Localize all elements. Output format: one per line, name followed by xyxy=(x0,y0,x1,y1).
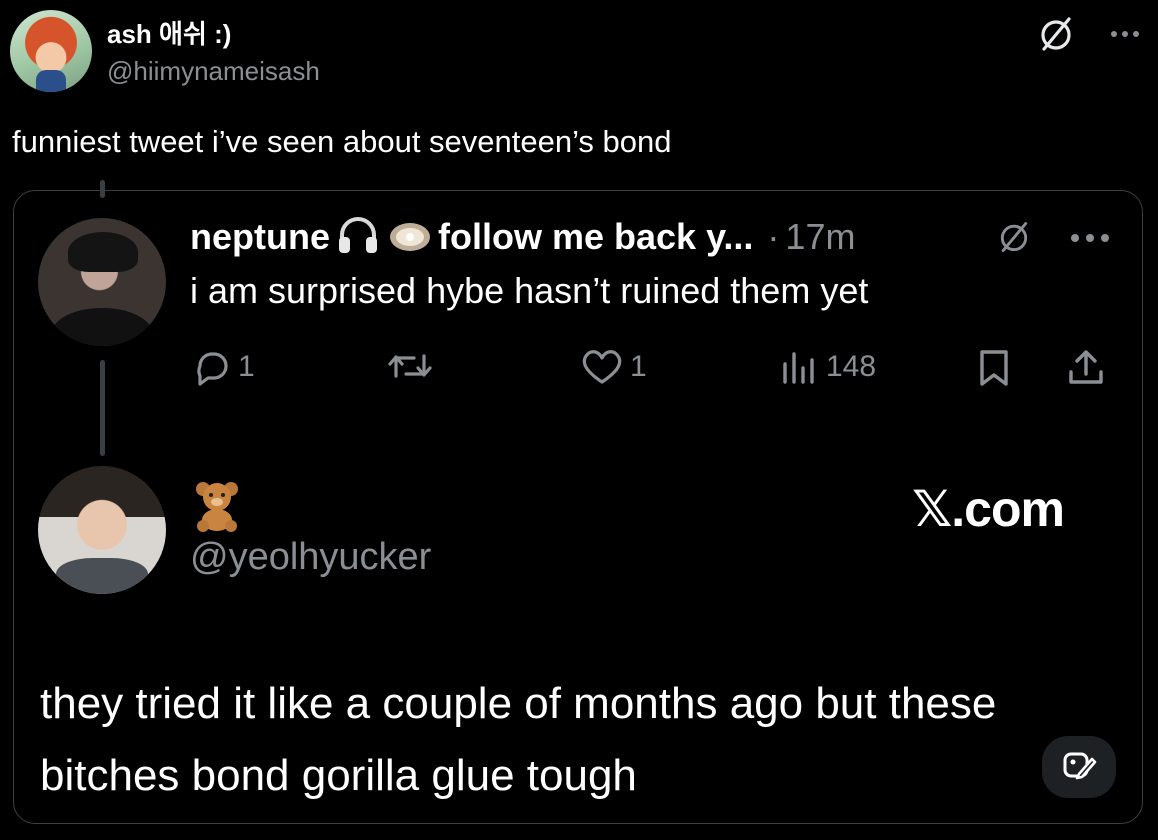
heart-icon xyxy=(580,348,624,386)
views-button[interactable]: 148 xyxy=(780,348,876,386)
edit-image-button[interactable] xyxy=(1042,736,1116,798)
author-handle[interactable]: @hiimynameisash xyxy=(107,56,320,87)
quoted-author-row: neptune follow me back y... · 17m xyxy=(190,212,855,262)
avatar[interactable] xyxy=(10,10,92,92)
reply-author-handle[interactable]: @yeolhyucker xyxy=(190,536,431,579)
page: ash 애쉬 :) @hiimynameisash funniest tweet… xyxy=(0,0,1158,840)
quoted-post-text: i am surprised hybe hasn’t ruined them y… xyxy=(190,270,869,311)
share-icon xyxy=(1066,348,1106,388)
quoted-author-display[interactable]: follow me back y... xyxy=(438,216,753,258)
like-count: 1 xyxy=(630,350,647,383)
action-bar: 1 1 148 xyxy=(0,348,1158,392)
quoted-author-name[interactable]: neptune xyxy=(190,216,330,258)
post-time[interactable]: 17m xyxy=(785,216,855,258)
edit-image-icon xyxy=(1061,748,1097,787)
post-top-actions xyxy=(1036,14,1140,54)
separator-dot: · xyxy=(767,216,780,257)
bookmark-icon xyxy=(976,348,1012,388)
author-name[interactable]: ash 애쉬 :) xyxy=(107,14,231,51)
like-button[interactable]: 1 xyxy=(580,348,647,386)
more-icon[interactable] xyxy=(1110,30,1140,38)
repost-icon xyxy=(386,348,434,384)
grok-icon[interactable] xyxy=(1036,14,1076,54)
reply-button[interactable]: 1 xyxy=(192,348,255,386)
more-icon[interactable] xyxy=(1070,230,1110,248)
post-text: funniest tweet i’ve seen about seventeen… xyxy=(12,124,672,159)
repost-button[interactable] xyxy=(386,348,434,384)
oyster-emoji xyxy=(386,215,432,260)
views-icon xyxy=(780,348,820,386)
headphones-emoji xyxy=(336,215,380,260)
watermark: 𝕏.com xyxy=(912,481,1065,537)
grok-icon[interactable] xyxy=(996,219,1032,260)
share-button[interactable] xyxy=(1066,348,1106,388)
view-count: 148 xyxy=(826,350,877,383)
teddy-bear-emoji xyxy=(190,478,244,532)
reply-count: 1 xyxy=(238,350,255,383)
reply-post-text: they tried it like a couple of months ag… xyxy=(40,679,997,800)
avatar[interactable] xyxy=(38,466,166,594)
bookmark-button[interactable] xyxy=(976,348,1012,388)
reply-icon xyxy=(192,348,232,386)
avatar[interactable] xyxy=(38,218,166,346)
thread-line xyxy=(100,180,105,198)
